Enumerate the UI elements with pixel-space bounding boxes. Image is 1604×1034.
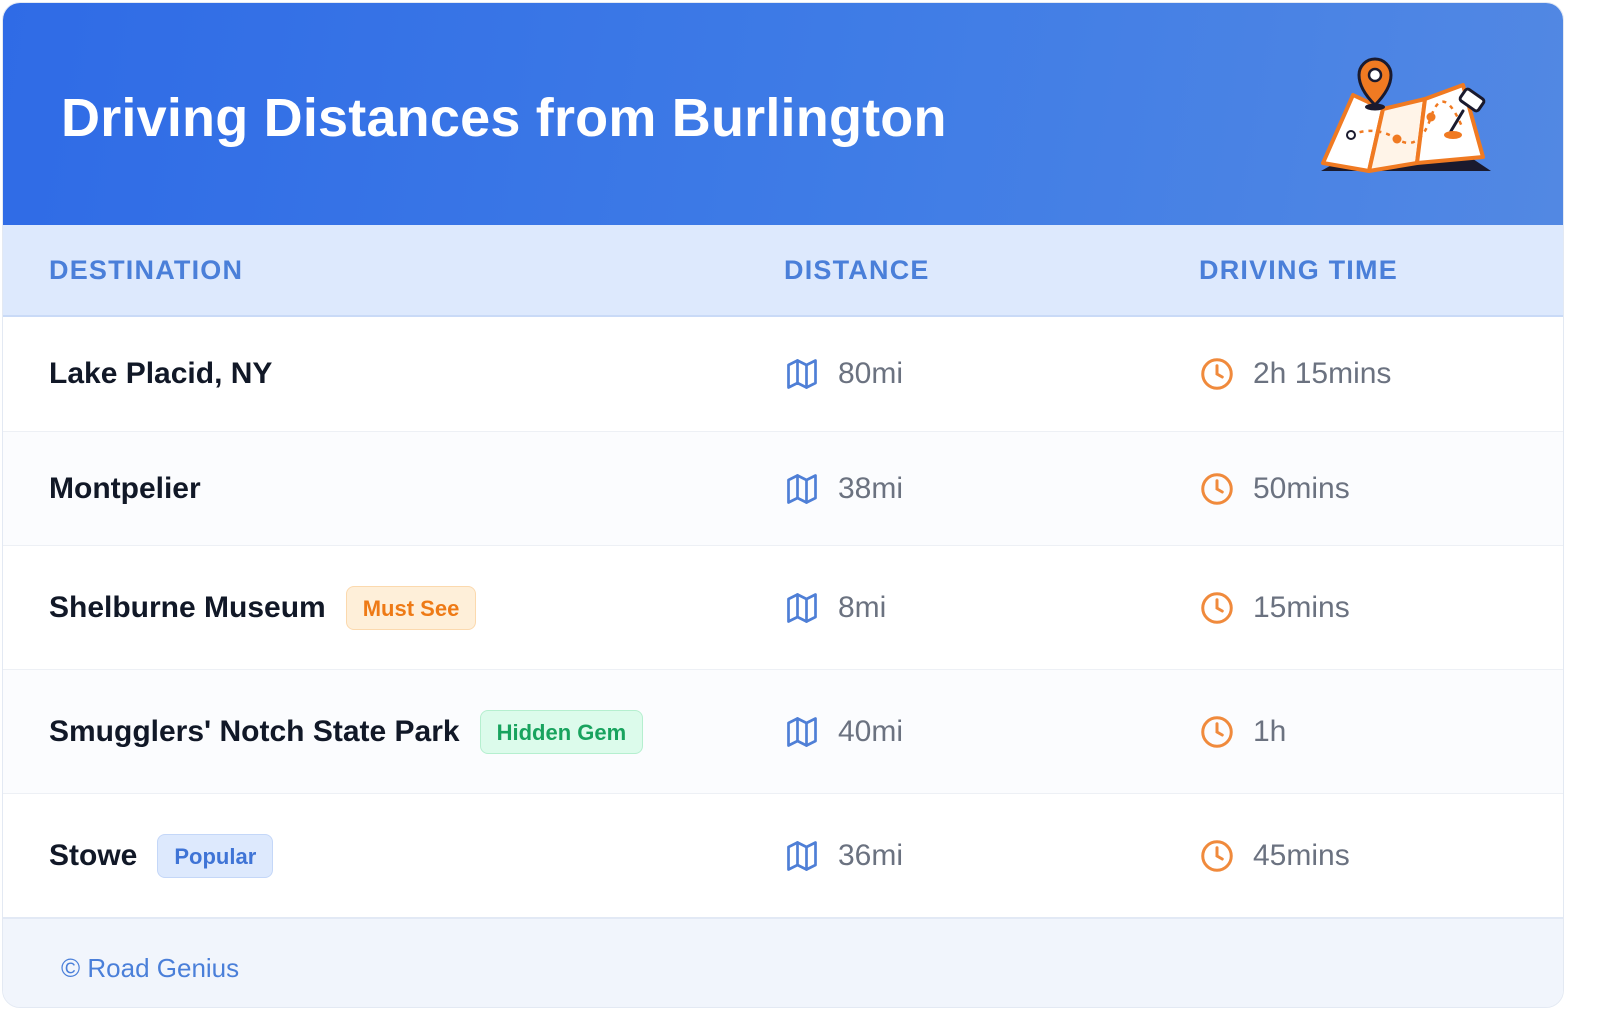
distance-cell: 8mi <box>784 590 886 626</box>
destination-cell: Shelburne Museum Must See <box>49 585 477 630</box>
destination-cell: Smugglers' Notch State Park Hidden Gem <box>49 709 644 754</box>
table-body: Lake Placid, NY 80mi 2h 15mins Montpelie… <box>3 317 1563 918</box>
column-header-distance[interactable]: DISTANCE <box>784 255 930 286</box>
time-value: 50mins <box>1253 471 1350 505</box>
card-header: Driving Distances from Burlington <box>3 3 1563 225</box>
copyright-credit[interactable]: © Road Genius <box>61 953 239 984</box>
destination-name: Montpelier <box>49 471 201 505</box>
distance-cell: 38mi <box>784 471 903 507</box>
clock-icon <box>1201 591 1233 624</box>
distance-value: 80mi <box>838 357 904 390</box>
column-header-driving-time[interactable]: DRIVING TIME <box>1199 255 1398 286</box>
must-see-badge: Must See <box>345 585 477 630</box>
page-title: Driving Distances from Burlington <box>61 88 947 148</box>
table-row: Stowe Popular 36mi 45mins <box>3 794 1563 918</box>
clock-icon <box>1201 715 1233 748</box>
destination-cell: Lake Placid, NY <box>49 357 272 391</box>
map-icon <box>787 359 817 389</box>
time-value: 45mins <box>1253 839 1350 872</box>
distance-value: 8mi <box>838 590 887 624</box>
column-header-destination[interactable]: DESTINATION <box>49 255 243 286</box>
distance-cell: 80mi <box>784 356 903 392</box>
destination-name: Lake Placid, NY <box>49 357 273 390</box>
destination-name: Stowe <box>49 839 138 872</box>
table-row: Smugglers' Notch State Park Hidden Gem 4… <box>3 670 1563 794</box>
clock-icon <box>1201 358 1233 390</box>
map-icon <box>787 592 817 623</box>
map-icon <box>787 716 817 747</box>
time-cell: 15mins <box>1199 590 1350 626</box>
time-cell: 50mins <box>1199 471 1350 507</box>
time-value: 15mins <box>1253 590 1350 624</box>
column-header-row: DESTINATION DISTANCE DRIVING TIME <box>3 225 1563 317</box>
hidden-gem-badge: Hidden Gem <box>479 709 644 754</box>
time-value: 2h 15mins <box>1253 357 1392 390</box>
distance-value: 38mi <box>838 471 904 505</box>
table-row: Shelburne Museum Must See 8mi 15mins <box>3 546 1563 670</box>
folded-map-with-pin-icon <box>1321 57 1491 173</box>
destination-cell: Stowe Popular <box>49 834 274 878</box>
distance-card: Driving Distances from Burlington DESTIN… <box>2 2 1564 1008</box>
map-icon <box>787 473 817 504</box>
destination-cell: Montpelier <box>49 472 201 506</box>
table-row: Montpelier 38mi 50mins <box>3 432 1563 546</box>
distance-cell: 36mi <box>784 838 903 874</box>
time-cell: 45mins <box>1199 838 1350 874</box>
destination-name: Shelburne Museum <box>49 590 326 624</box>
table-row: Lake Placid, NY 80mi 2h 15mins <box>3 317 1563 432</box>
clock-icon <box>1201 840 1233 872</box>
time-cell: 1h <box>1199 714 1286 750</box>
distance-value: 40mi <box>838 714 904 748</box>
time-value: 1h <box>1253 714 1287 748</box>
destination-name: Smugglers' Notch State Park <box>49 714 460 748</box>
distance-cell: 40mi <box>784 714 903 750</box>
popular-badge: Popular <box>157 834 274 878</box>
map-icon <box>787 841 817 871</box>
card-footer: © Road Genius <box>3 917 1563 1007</box>
time-cell: 2h 15mins <box>1199 356 1391 392</box>
distance-value: 36mi <box>838 839 904 872</box>
clock-icon <box>1201 472 1233 505</box>
